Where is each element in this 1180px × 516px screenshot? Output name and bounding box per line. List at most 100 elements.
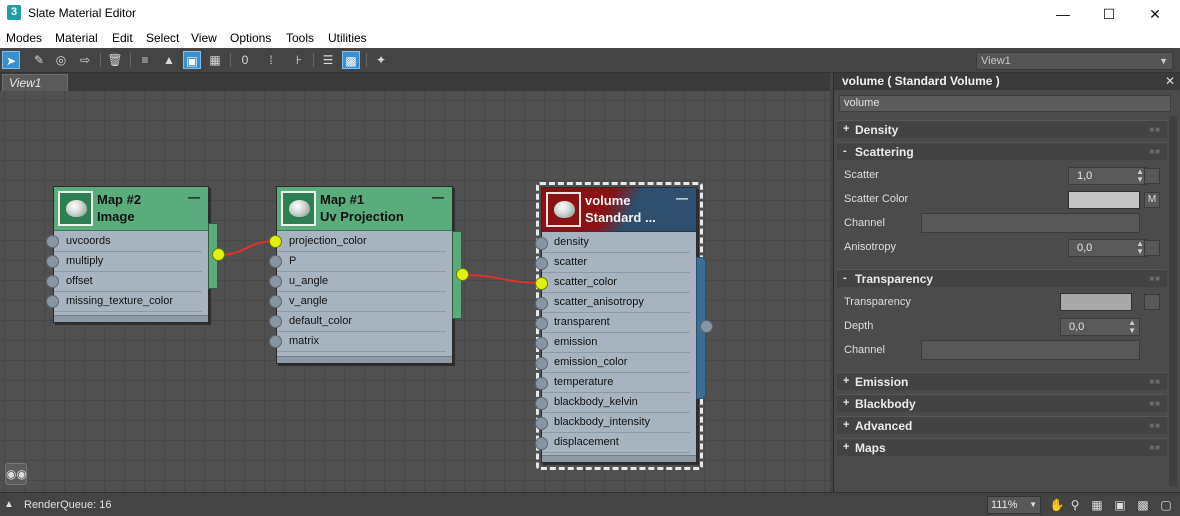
anisotropy-map-button[interactable] — [1144, 240, 1160, 256]
input-socket[interactable] — [269, 275, 282, 288]
slot-u-angle[interactable]: u_angle — [277, 272, 446, 292]
material-name-field[interactable]: volume — [839, 95, 1171, 112]
node-canvas[interactable]: Map #2 Image — uvcoords multiply offset m… — [0, 91, 830, 492]
material-selector-icon[interactable]: ✦ — [372, 51, 390, 69]
menu-select[interactable]: Select — [146, 31, 179, 45]
eyedropper-icon[interactable]: ✎ — [30, 51, 48, 69]
node-header[interactable]: volume Standard ... — — [542, 188, 696, 232]
close-icon[interactable]: ✕ — [1132, 0, 1178, 28]
scatter-spinner[interactable]: 1,0 ▲ ▼ — [1068, 167, 1148, 185]
output-socket[interactable] — [456, 268, 469, 281]
rollout-density[interactable]: + Density ■■ — [837, 120, 1167, 138]
node-map1[interactable]: Map #1 Uv Projection — projection_color P… — [276, 186, 453, 364]
slot-emission-color[interactable]: emission_color — [542, 353, 690, 373]
input-socket[interactable] — [535, 437, 548, 450]
menu-view[interactable]: View — [191, 31, 217, 45]
delete-icon[interactable]: 🗑 — [106, 51, 124, 69]
slot-displacement[interactable]: displacement — [542, 433, 690, 453]
slot-matrix[interactable]: matrix — [277, 332, 446, 352]
zoom-extents-selected-icon[interactable]: ▩ — [1135, 497, 1151, 513]
slot-p[interactable]: P — [277, 252, 446, 272]
minimize-node-icon[interactable]: — — [188, 190, 200, 204]
menu-tools[interactable]: Tools — [286, 31, 314, 45]
scatter-color-swatch[interactable] — [1068, 191, 1140, 209]
input-socket[interactable] — [535, 337, 548, 350]
menu-utilities[interactable]: Utilities — [328, 31, 367, 45]
input-socket[interactable] — [269, 315, 282, 328]
slot-emission[interactable]: emission — [542, 333, 690, 353]
input-socket[interactable] — [535, 397, 548, 410]
anisotropy-spinner[interactable]: 0,0 ▲ ▼ — [1068, 239, 1148, 257]
minimize-node-icon[interactable]: — — [676, 191, 688, 205]
close-icon[interactable]: ✕ — [1165, 73, 1175, 90]
minimize-icon[interactable]: — — [1040, 0, 1086, 28]
output-socket[interactable] — [212, 248, 225, 261]
output-socket[interactable] — [700, 320, 713, 333]
zoom-select[interactable]: 111% ▼ — [987, 496, 1041, 514]
spinner-arrows-icon[interactable]: ▲ ▼ — [1128, 319, 1136, 335]
slot-multiply[interactable]: multiply — [54, 252, 202, 272]
panel-scrollbar[interactable] — [1169, 116, 1177, 486]
node-header[interactable]: Map #1 Uv Projection — — [277, 187, 452, 231]
input-socket[interactable] — [46, 295, 59, 308]
input-socket[interactable] — [535, 257, 548, 270]
slot-transparent[interactable]: transparent — [542, 313, 690, 333]
slot-v-angle[interactable]: v_angle — [277, 292, 446, 312]
input-socket[interactable] — [269, 255, 282, 268]
scatter-color-map-button[interactable]: M — [1144, 192, 1160, 208]
input-socket[interactable] — [535, 357, 548, 370]
node-header[interactable]: Map #2 Image — — [54, 187, 208, 231]
frame-icon[interactable]: ▢ — [1158, 497, 1174, 513]
input-socket[interactable] — [269, 295, 282, 308]
scatter-map-button[interactable] — [1144, 168, 1160, 184]
material-id-icon[interactable]: 0 — [236, 51, 254, 69]
rollout-advanced[interactable]: + Advanced ■■ — [837, 416, 1167, 434]
node-map2[interactable]: Map #2 Image — uvcoords multiply offset m… — [53, 186, 209, 323]
navigator-binoculars-icon[interactable]: ◉◉ — [5, 463, 27, 485]
transparency-color-swatch[interactable] — [1060, 293, 1132, 311]
select-arrow-icon[interactable]: ➤ — [2, 51, 20, 69]
layout-all-icon[interactable]: ☰ — [319, 51, 337, 69]
view-select[interactable]: View1 ▼ — [976, 52, 1173, 70]
checker-background-icon[interactable]: ▦ — [206, 51, 224, 69]
input-socket[interactable] — [535, 377, 548, 390]
material-pick-icon[interactable]: ◎ — [52, 51, 70, 69]
maximize-icon[interactable]: ☐ — [1086, 0, 1132, 28]
layout-children-icon[interactable]: ⊦ — [290, 51, 308, 69]
depth-spinner[interactable]: 0,0 ▲ ▼ — [1060, 318, 1140, 336]
zoom-extents-icon[interactable]: ▣ — [1112, 497, 1128, 513]
slot-default-color[interactable]: default_color — [277, 312, 446, 332]
menu-modes[interactable]: Modes — [6, 31, 42, 45]
transparency-channel-field[interactable] — [921, 340, 1140, 360]
hide-unused-slots-icon[interactable]: ▲ — [160, 51, 178, 69]
slot-density[interactable]: density — [542, 233, 690, 253]
slot-scatter[interactable]: scatter — [542, 253, 690, 273]
menu-edit[interactable]: Edit — [112, 31, 133, 45]
spinner-arrows-icon[interactable]: ▲ ▼ — [1136, 240, 1144, 256]
slot-temperature[interactable]: temperature — [542, 373, 690, 393]
assign-material-icon[interactable]: ⇨ — [76, 51, 94, 69]
node-volume[interactable]: volume Standard ... — density scatter sca… — [541, 187, 697, 463]
menu-material[interactable]: Material — [55, 31, 98, 45]
slot-scatter-color[interactable]: scatter_color — [542, 273, 690, 293]
background-icon[interactable]: ⁞ — [262, 51, 280, 69]
spinner-arrows-icon[interactable]: ▲ ▼ — [1136, 168, 1144, 184]
slot-projection-color[interactable]: projection_color — [277, 232, 446, 252]
pan-hand-icon[interactable]: ✋ — [1049, 497, 1065, 513]
input-socket[interactable] — [46, 275, 59, 288]
input-socket-projection-color[interactable] — [269, 235, 282, 248]
channel-field[interactable] — [921, 213, 1140, 233]
input-socket[interactable] — [535, 297, 548, 310]
input-socket[interactable] — [46, 255, 59, 268]
minimize-node-icon[interactable]: — — [432, 190, 444, 204]
input-socket[interactable] — [535, 317, 548, 330]
rollout-transparency[interactable]: - Transparency ■■ — [837, 269, 1167, 287]
input-socket[interactable] — [46, 235, 59, 248]
rollout-emission[interactable]: + Emission ■■ — [837, 372, 1167, 390]
input-socket[interactable] — [535, 237, 548, 250]
move-children-icon[interactable]: ≡ — [136, 51, 154, 69]
slot-uvcoords[interactable]: uvcoords — [54, 232, 202, 252]
slot-scatter-anisotropy[interactable]: scatter_anisotropy — [542, 293, 690, 313]
rollout-maps[interactable]: + Maps ■■ — [837, 438, 1167, 456]
input-socket[interactable] — [535, 417, 548, 430]
